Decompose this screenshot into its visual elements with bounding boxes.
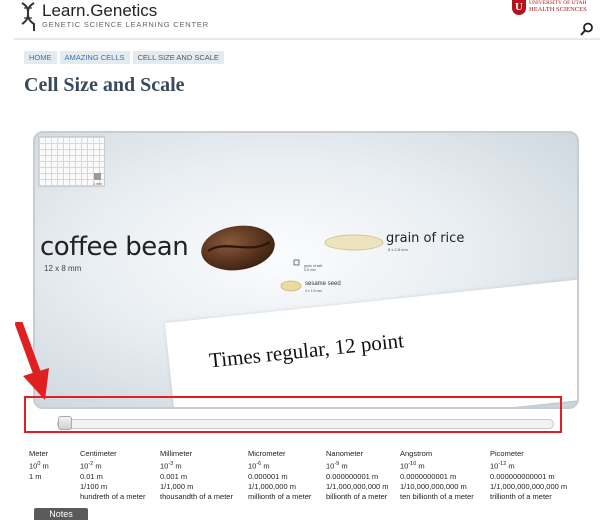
unit-power: 10-2 m	[80, 461, 102, 471]
unit-decimal: 0.01 m	[80, 471, 103, 481]
breadcrumb-current: CELL SIZE AND SCALE	[132, 51, 224, 64]
unit-name: Picometer	[490, 449, 524, 458]
sesame-seed-label: sesame seed	[305, 281, 341, 287]
unit-name: Centimeter	[80, 449, 117, 458]
dna-logo-icon[interactable]	[20, 2, 36, 32]
coffee-bean-image	[201, 225, 275, 271]
scale-grid-label: 1 mm	[93, 182, 102, 186]
unit-power: 10-12 m	[490, 461, 515, 471]
paper-sheet: Times regular, 12 point	[165, 278, 577, 407]
breadcrumb: HOME AMAZING CELLS CELL SIZE AND SCALE	[24, 51, 227, 65]
unit-name: Nanometer	[326, 449, 364, 458]
rice-grain-image	[324, 234, 384, 251]
unit-description: thousandth of a meter	[160, 491, 233, 501]
unit-centimeter: Centimeter 10-2 m 0.01 m 1/100 m hundret…	[80, 449, 145, 502]
unit-name: Millimeter	[160, 449, 193, 458]
university-line-2: HEALTH SCIENCES	[529, 5, 587, 13]
coffee-bean-size: 12 x 8 mm	[44, 264, 82, 273]
unit-millimeter: Millimeter 10-3 m 0.001 m 1/1,000 m thou…	[160, 449, 233, 502]
unit-power: 10-6 m	[248, 461, 270, 471]
salt-grain-label: grain of salt 0.5 mm	[304, 264, 322, 272]
unit-fraction: 1/1,000 m	[160, 481, 194, 491]
university-badge: U	[512, 0, 526, 15]
unit-description: millionth of a meter	[248, 491, 312, 501]
notes-tab[interactable]: Notes	[34, 508, 88, 520]
unit-power: 10-9 m	[326, 461, 348, 471]
unit-fraction: 1/100 m	[80, 481, 108, 491]
site-header: Learn.Genetics GENETIC SCIENCE LEARNING …	[14, 0, 600, 40]
units-legend: Meter 100 m 1 m Centimeter 10-2 m 0.01 m…	[29, 449, 569, 503]
salt-grain-image	[293, 259, 300, 266]
unit-description: ten billionth of a meter	[400, 491, 474, 501]
unit-description: billionth of a meter	[326, 491, 388, 501]
red-arrow-icon	[15, 322, 49, 400]
unit-micrometer: Micrometer 10-6 m 0.000001 m 1/1,000,000…	[248, 449, 311, 502]
unit-decimal: 0.000000000001 m	[490, 471, 555, 481]
unit-fraction: 1/10,000,000,000 m	[400, 481, 467, 491]
unit-name: Angstrom	[400, 449, 433, 458]
paper-text: Times regular, 12 point	[207, 328, 405, 373]
unit-name: Micrometer	[248, 449, 286, 458]
unit-description: hundreth of a meter	[80, 491, 146, 501]
breadcrumb-amazing-cells[interactable]: AMAZING CELLS	[59, 51, 130, 64]
unit-fraction: 1/1,000,000,000 m	[326, 481, 389, 491]
unit-decimal: 0.0000000001 m	[400, 471, 457, 481]
unit-decimal: 0.000000001 m	[326, 471, 379, 481]
unit-fraction: 1/1,000,000,000,000 m	[490, 481, 568, 491]
sesame-seed-image	[280, 280, 302, 292]
rice-label: grain of rice	[386, 231, 465, 246]
coffee-bean-label: coffee bean	[40, 232, 189, 262]
unit-picometer: Picometer 10-12 m 0.000000000001 m 1/1,0…	[490, 449, 567, 502]
header-divider	[14, 38, 600, 40]
unit-nanometer: Nanometer 10-9 m 0.000000001 m 1/1,000,0…	[326, 449, 389, 502]
unit-name: Meter	[29, 449, 49, 458]
annotation-highlight-box	[24, 396, 562, 433]
scale-grid-marker	[94, 173, 101, 180]
site-subtitle: GENETIC SCIENCE LEARNING CENTER	[42, 20, 209, 29]
university-text: UNIVERSITY OF UTAH HEALTH SCIENCES	[529, 0, 587, 13]
unit-power: 100 m	[29, 461, 49, 471]
salt-grain-size: 0.5 mm	[304, 268, 316, 272]
unit-meter: Meter 100 m 1 m	[29, 449, 49, 482]
sesame-seed-size: 3 x 1.5 mm	[305, 289, 323, 293]
unit-power: 10-3 m	[160, 461, 182, 471]
university-logo[interactable]: U UNIVERSITY OF UTAH HEALTH SCIENCES	[512, 0, 592, 18]
breadcrumb-home[interactable]: HOME	[24, 51, 57, 64]
search-icon[interactable]	[580, 22, 594, 36]
unit-decimal: 1 m	[29, 471, 42, 481]
page-title: Cell Size and Scale	[24, 74, 185, 96]
unit-fraction: 1/1,000,000 m	[248, 481, 296, 491]
unit-angstrom: Angstrom 10-10 m 0.0000000001 m 1/10,000…	[400, 449, 474, 502]
scale-interactive-stage[interactable]: 1 mm coffee bean 12 x 8 mm grain of rice…	[33, 131, 579, 409]
unit-decimal: 0.001 m	[160, 471, 188, 481]
unit-power: 10-10 m	[400, 461, 425, 471]
site-name[interactable]: Learn.Genetics	[42, 1, 157, 21]
unit-description: trillionth of a meter	[490, 491, 552, 501]
scale-grid-thumbnail: 1 mm	[38, 136, 105, 187]
unit-decimal: 0.000001 m	[248, 471, 288, 481]
rice-size: 8 x 2.8 mm	[388, 247, 408, 252]
